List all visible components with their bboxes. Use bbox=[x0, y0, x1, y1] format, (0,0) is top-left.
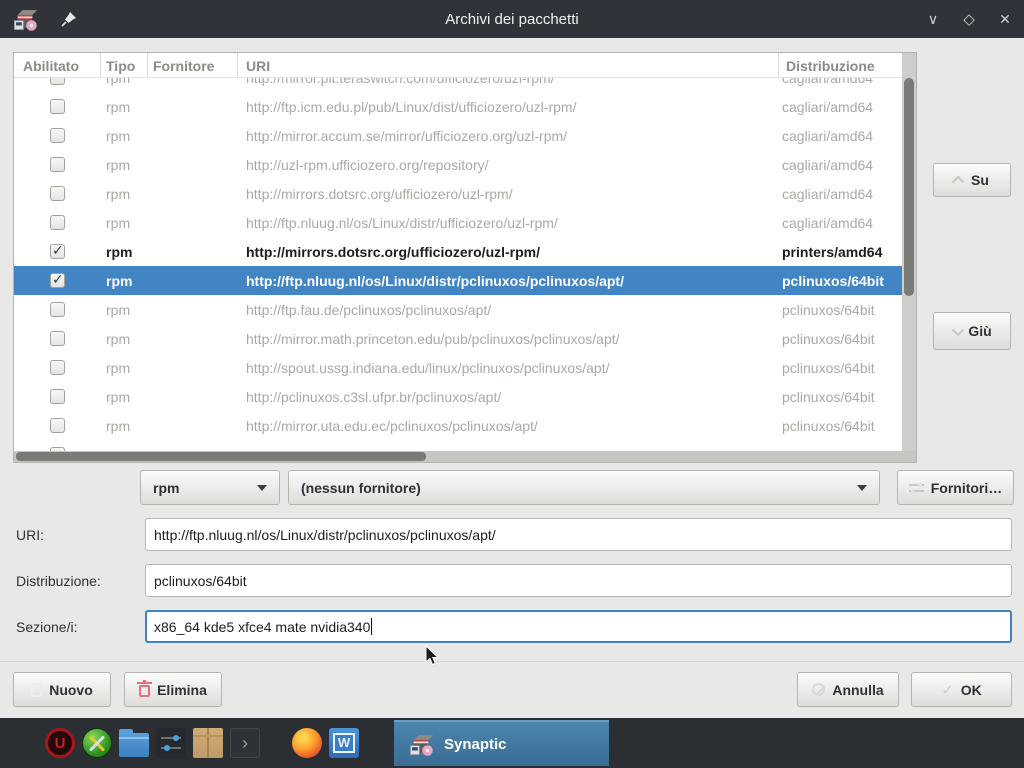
synaptic-app-icon bbox=[12, 6, 38, 32]
table-row[interactable]: rpm http://mirrors.dotsrc.org/ufficiozer… bbox=[14, 179, 902, 208]
table-row[interactable]: rpm http://mirrors.dotsrc.org/ufficiozer… bbox=[14, 237, 902, 266]
row-checkbox[interactable] bbox=[50, 128, 65, 143]
sections-input[interactable]: x86_64 kde5 xfce4 mate nvidia340 bbox=[145, 610, 1012, 643]
table-row[interactable]: rpm http://mirror.accum.se/mirror/uffici… bbox=[14, 121, 902, 150]
word-processor-icon[interactable]: W bbox=[329, 728, 359, 758]
uri-input[interactable]: http://ftp.nluug.nl/os/Linux/distr/pclin… bbox=[145, 518, 1012, 551]
repository-table: Abilitato Tipo Fornitore URI Distribuzio… bbox=[13, 52, 917, 463]
table-row-selected[interactable]: rpm http://ftp.nluug.nl/os/Linux/distr/p… bbox=[14, 266, 902, 295]
row-checkbox[interactable] bbox=[50, 418, 65, 433]
new-button[interactable]: Nuovo bbox=[13, 672, 111, 707]
move-down-button[interactable]: Giù bbox=[933, 312, 1011, 350]
vendor-dropdown[interactable]: (nessun fornitore) bbox=[288, 470, 880, 505]
dropdown-arrow-icon bbox=[257, 485, 267, 491]
vendors-button[interactable]: Fornitori… bbox=[897, 470, 1014, 505]
table-row[interactable]: rpm http://ftp.icm.edu.pl/pub/Linux/dist… bbox=[14, 92, 902, 121]
cancel-button[interactable]: Annulla bbox=[797, 672, 899, 707]
terminal-icon[interactable]: › bbox=[230, 728, 260, 758]
column-header-fornitore[interactable]: Fornitore bbox=[148, 53, 238, 78]
mouse-cursor bbox=[425, 645, 439, 666]
file-manager-icon[interactable] bbox=[119, 733, 149, 757]
table-body: rpm http://mirror.pit.teraswitch.com/uff… bbox=[14, 78, 902, 453]
row-checkbox[interactable] bbox=[50, 302, 65, 317]
row-checkbox[interactable] bbox=[50, 157, 65, 172]
divider bbox=[0, 661, 1024, 662]
firefox-icon[interactable] bbox=[292, 728, 322, 758]
row-checkbox[interactable] bbox=[50, 78, 65, 85]
distribution-label: Distribuzione: bbox=[16, 573, 101, 589]
distribution-input[interactable]: pclinuxos/64bit bbox=[145, 564, 1012, 597]
row-checkbox-checked[interactable] bbox=[50, 244, 65, 259]
table-row[interactable]: rpm http://mirror.pit.teraswitch.com/uff… bbox=[14, 78, 902, 92]
text-caret bbox=[371, 618, 372, 635]
chevron-up-icon bbox=[952, 175, 965, 188]
table-row[interactable]: rpm http://mirror.math.princeton.edu/pub… bbox=[14, 324, 902, 353]
sections-label: Sezione/i: bbox=[16, 619, 77, 635]
titlebar: Archivi dei pacchetti ∨ ◇ ✕ bbox=[0, 0, 1024, 38]
check-icon: ✓ bbox=[941, 681, 954, 699]
taskbar-active-synaptic[interactable]: Synaptic bbox=[394, 720, 609, 766]
pin-icon[interactable] bbox=[60, 10, 78, 28]
table-row[interactable]: rpm http://spout.ussg.indiana.edu/linux/… bbox=[14, 353, 902, 382]
row-checkbox[interactable] bbox=[50, 331, 65, 346]
chevron-down-icon bbox=[952, 323, 965, 336]
vertical-scrollbar-thumb[interactable] bbox=[904, 78, 914, 296]
column-header-abilitato[interactable]: Abilitato bbox=[14, 53, 101, 78]
maximize-icon[interactable]: ◇ bbox=[958, 8, 980, 30]
settings-sliders-icon[interactable] bbox=[156, 728, 186, 758]
column-header-tipo[interactable]: Tipo bbox=[101, 53, 148, 78]
table-row[interactable]: rpm http://uzl-rpm.ufficiozero.org/repos… bbox=[14, 150, 902, 179]
taskbar-active-label: Synaptic bbox=[444, 736, 507, 753]
uri-label: URI: bbox=[16, 527, 44, 543]
horizontal-scrollbar-thumb[interactable] bbox=[16, 452, 426, 461]
trash-icon bbox=[139, 685, 150, 697]
sliders-icon bbox=[909, 482, 924, 494]
column-header-distribuzione[interactable]: Distribuzione bbox=[779, 53, 902, 78]
row-checkbox[interactable] bbox=[50, 186, 65, 201]
window-title: Archivi dei pacchetti bbox=[0, 11, 1024, 28]
column-header-uri[interactable]: URI bbox=[238, 53, 779, 78]
row-checkbox[interactable] bbox=[50, 215, 65, 230]
package-box-icon[interactable] bbox=[193, 728, 223, 758]
vertical-scrollbar[interactable] bbox=[902, 53, 916, 453]
close-icon[interactable]: ✕ bbox=[994, 8, 1016, 30]
row-checkbox-checked[interactable] bbox=[50, 273, 65, 288]
minimize-icon[interactable]: ∨ bbox=[922, 8, 944, 30]
table-row[interactable]: rpm http://pclinuxos.c3sl.ufpr.br/pclinu… bbox=[14, 382, 902, 411]
table-header: Abilitato Tipo Fornitore URI Distribuzio… bbox=[14, 53, 916, 78]
row-checkbox[interactable] bbox=[50, 360, 65, 375]
ufficiozero-logo-icon[interactable]: U bbox=[45, 728, 75, 758]
table-row[interactable]: rpm http://ftp.fau.de/pclinuxos/pclinuxo… bbox=[14, 295, 902, 324]
taskbar: U › W Synaptic bbox=[0, 718, 1024, 768]
ok-button[interactable]: ✓ OK bbox=[911, 672, 1012, 707]
document-icon bbox=[31, 683, 42, 697]
table-row[interactable]: rpm http://mirror.uta.edu.ec/pclinuxos/p… bbox=[14, 411, 902, 440]
row-checkbox[interactable] bbox=[50, 389, 65, 404]
cancel-icon bbox=[812, 683, 825, 696]
synaptic-task-icon bbox=[408, 731, 434, 757]
dropdown-arrow-icon bbox=[857, 485, 867, 491]
control-center-icon[interactable] bbox=[82, 728, 112, 758]
delete-button[interactable]: Elimina bbox=[124, 672, 222, 707]
type-dropdown[interactable]: rpm bbox=[140, 470, 280, 505]
row-checkbox[interactable] bbox=[50, 99, 65, 114]
move-up-button[interactable]: Su bbox=[933, 163, 1011, 197]
horizontal-scrollbar[interactable] bbox=[14, 451, 916, 462]
table-row[interactable]: rpm http://ftp.nluug.nl/os/Linux/distr/u… bbox=[14, 208, 902, 237]
